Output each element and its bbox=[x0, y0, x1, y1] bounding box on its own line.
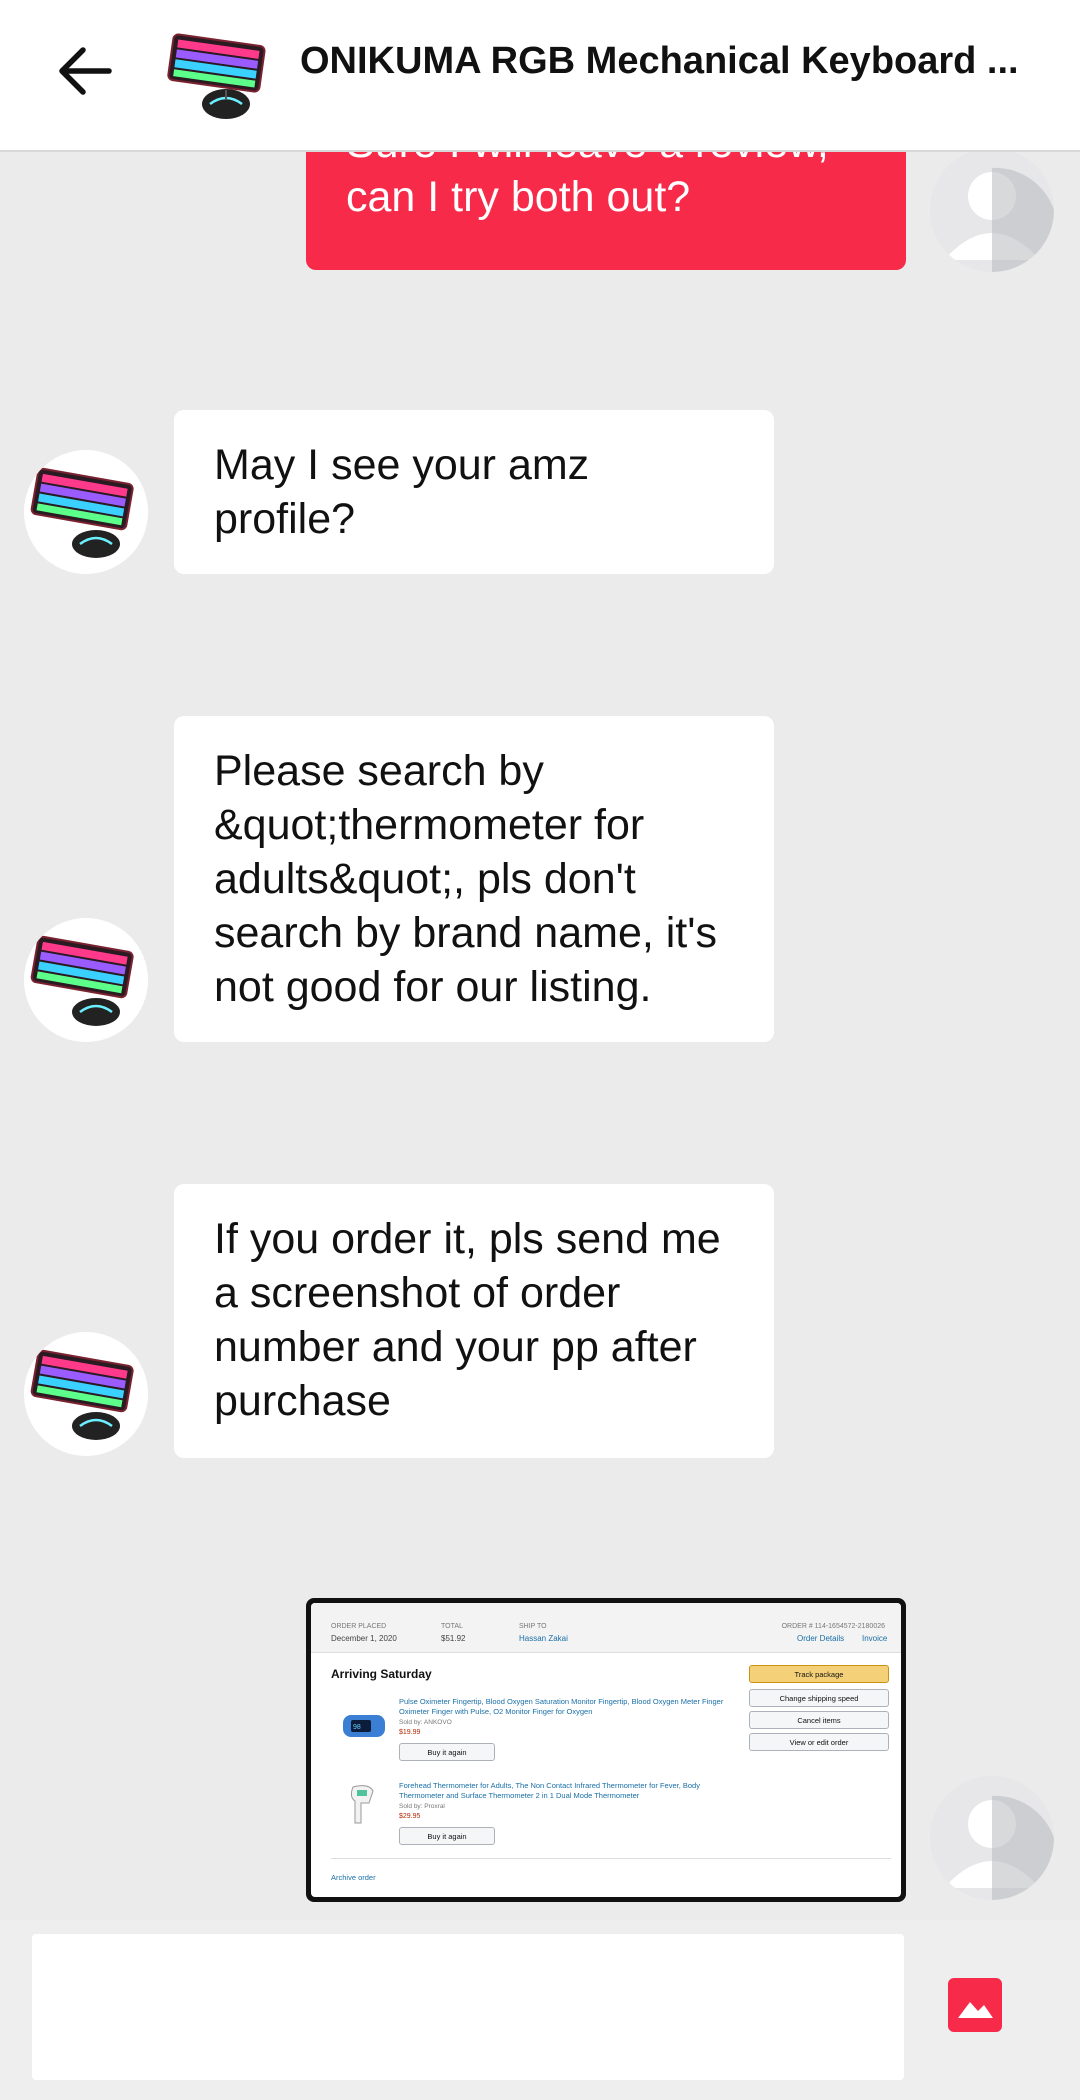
buy-again-button: Buy it again bbox=[399, 1743, 495, 1761]
keyboard-mouse-icon bbox=[24, 450, 148, 574]
pulse-oximeter-icon: 98 bbox=[343, 1715, 385, 1737]
divider bbox=[331, 1858, 891, 1859]
change-shipping-button: Change shipping speed bbox=[749, 1689, 889, 1707]
order-details-link: Order Details bbox=[797, 1634, 845, 1643]
order-placed-value: December 1, 2020 bbox=[331, 1634, 397, 1643]
item-price: $19.99 bbox=[399, 1729, 421, 1736]
message-bubble-outgoing[interactable]: Sure I will leave a review, can I try bo… bbox=[306, 152, 906, 270]
item-seller: Sold by: Proxral bbox=[399, 1803, 445, 1810]
invoice-link: Invoice bbox=[862, 1634, 888, 1643]
keyboard-mouse-icon bbox=[24, 1332, 148, 1456]
action-label: View or edit order bbox=[789, 1737, 849, 1747]
chat-header: ONIKUMA RGB Mechanical Keyboard ... bbox=[0, 0, 1080, 152]
action-label: Cancel items bbox=[797, 1715, 841, 1725]
message-bubble-incoming[interactable]: May I see your amz profile? bbox=[174, 410, 774, 574]
user-avatar[interactable] bbox=[930, 152, 1054, 272]
seller-avatar[interactable] bbox=[24, 450, 148, 574]
page-title: ONIKUMA RGB Mechanical Keyboard ... bbox=[300, 40, 1019, 82]
image-message[interactable]: ORDER PLACED December 1, 2020 TOTAL $51.… bbox=[306, 1598, 906, 1902]
item-price: $29.95 bbox=[399, 1813, 421, 1820]
message-bubble-incoming[interactable]: If you order it, pls send me a screensho… bbox=[174, 1184, 774, 1458]
message-text: If you order it, pls send me a screensho… bbox=[214, 1215, 721, 1425]
message-text: Sure I will leave a review, can I try bo… bbox=[346, 152, 829, 221]
order-screenshot: ORDER PLACED December 1, 2020 TOTAL $51.… bbox=[311, 1603, 901, 1897]
order-placed-label: ORDER PLACED bbox=[331, 1623, 387, 1630]
track-package-button: Track package bbox=[749, 1665, 889, 1683]
message-input[interactable] bbox=[32, 1934, 904, 2080]
cancel-items-button: Cancel items bbox=[749, 1711, 889, 1729]
seller-avatar[interactable] bbox=[24, 918, 148, 1042]
action-label: Change shipping speed bbox=[779, 1693, 859, 1703]
arrow-left-icon bbox=[59, 47, 112, 95]
delivery-status: Arriving Saturday bbox=[331, 1667, 432, 1681]
total-value: $51.92 bbox=[441, 1634, 466, 1643]
message-bubble-incoming[interactable]: Please search by &quot;thermometer for a… bbox=[174, 716, 774, 1042]
action-label: Track package bbox=[794, 1669, 844, 1679]
seller-avatar[interactable] bbox=[24, 1332, 148, 1456]
product-thumbnail[interactable] bbox=[166, 26, 276, 122]
buy-again-label: Buy it again bbox=[427, 1747, 467, 1757]
svg-text:98: 98 bbox=[353, 1724, 361, 1731]
item-title: Pulse Oximeter Fingertip, Blood Oxygen S… bbox=[399, 1697, 724, 1716]
keyboard-mouse-icon bbox=[24, 918, 148, 1042]
thermometer-icon bbox=[350, 1785, 374, 1824]
back-button[interactable] bbox=[50, 36, 120, 106]
item-title: Forehead Thermometer for Adults, The Non… bbox=[399, 1781, 700, 1800]
ship-to-value: Hassan Zakai bbox=[519, 1634, 568, 1643]
order-number: ORDER # 114-1654572-2180026 bbox=[781, 1623, 885, 1630]
buy-again-button: Buy it again bbox=[399, 1827, 495, 1845]
message-list[interactable]: Sure I will leave a review, can I try bo… bbox=[0, 152, 1080, 1920]
message-text: May I see your amz profile? bbox=[214, 441, 590, 543]
message-composer bbox=[0, 1920, 1080, 2100]
message-text: Please search by &quot;thermometer for a… bbox=[214, 747, 717, 1011]
buy-again-label: Buy it again bbox=[427, 1831, 467, 1841]
person-placeholder-icon bbox=[930, 1776, 1054, 1900]
ship-to-label: SHIP TO bbox=[519, 1623, 547, 1630]
image-icon bbox=[958, 2002, 993, 2018]
person-placeholder-icon bbox=[930, 152, 1054, 272]
archive-order-link: Archive order bbox=[331, 1873, 376, 1882]
send-image-button[interactable] bbox=[948, 1978, 1002, 2032]
user-avatar[interactable] bbox=[930, 1776, 1054, 1900]
total-label: TOTAL bbox=[441, 1623, 463, 1630]
item-seller: Sold by: ANKOVO bbox=[399, 1719, 452, 1726]
view-edit-order-button: View or edit order bbox=[749, 1733, 889, 1751]
